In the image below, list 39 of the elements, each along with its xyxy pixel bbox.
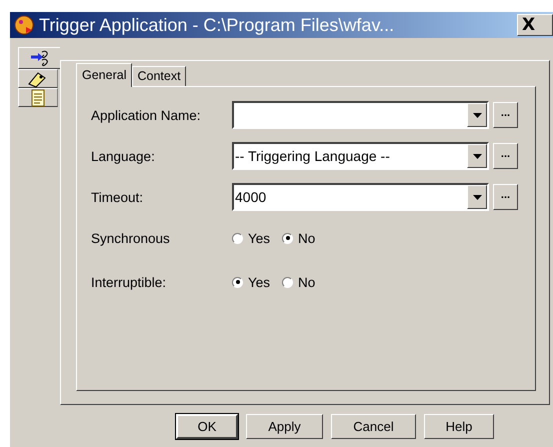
dropdown-field[interactable]: 4000 bbox=[232, 183, 489, 211]
caret-icon bbox=[472, 112, 482, 118]
dialog-button[interactable]: Apply bbox=[246, 414, 323, 439]
radio-button[interactable] bbox=[232, 232, 243, 244]
option-label: Interruptible: bbox=[91, 274, 168, 290]
field-label: Language: bbox=[91, 148, 156, 164]
dialog-button[interactable]: Help bbox=[424, 414, 494, 439]
arrow-coil-icon bbox=[30, 49, 50, 67]
field-label: Timeout: bbox=[91, 190, 144, 204]
close-button[interactable]: X bbox=[517, 14, 553, 36]
dropdown-button[interactable] bbox=[467, 185, 487, 209]
dropdown-button[interactable] bbox=[467, 103, 487, 127]
browse-button[interactable]: ... bbox=[493, 102, 518, 128]
caret-icon bbox=[472, 194, 482, 200]
radio-label[interactable]: Yes bbox=[248, 230, 270, 246]
radio-label[interactable]: No bbox=[298, 274, 316, 290]
browse-button[interactable]: ... bbox=[493, 143, 518, 169]
side-tab[interactable] bbox=[18, 69, 58, 88]
radio-button[interactable] bbox=[232, 276, 243, 288]
radio-label[interactable]: No bbox=[298, 230, 316, 246]
option-label: Synchronous bbox=[91, 230, 171, 246]
side-tab[interactable] bbox=[18, 88, 58, 107]
tab[interactable]: Context bbox=[132, 66, 186, 86]
app-icon bbox=[13, 14, 35, 36]
caret-icon bbox=[472, 154, 482, 158]
dialog-button[interactable]: Cancel bbox=[331, 414, 416, 439]
radio-label[interactable]: Yes bbox=[248, 274, 270, 290]
dropdown-field[interactable]: -- Triggering Language -- bbox=[232, 142, 489, 170]
tab[interactable]: General bbox=[76, 63, 132, 87]
window-title: Trigger Application - C:\Program Files\wfav... bbox=[39, 14, 394, 36]
browse-button[interactable]: ... bbox=[493, 184, 518, 210]
dialog-button[interactable]: OK bbox=[176, 414, 238, 439]
radio-button[interactable] bbox=[282, 276, 294, 288]
document-icon bbox=[29, 88, 47, 106]
side-tab[interactable] bbox=[18, 47, 60, 69]
dropdown-field[interactable] bbox=[232, 101, 489, 129]
field-label: Application Name: bbox=[91, 108, 202, 122]
dropdown-button[interactable] bbox=[467, 144, 487, 168]
radio-button[interactable] bbox=[282, 232, 294, 244]
